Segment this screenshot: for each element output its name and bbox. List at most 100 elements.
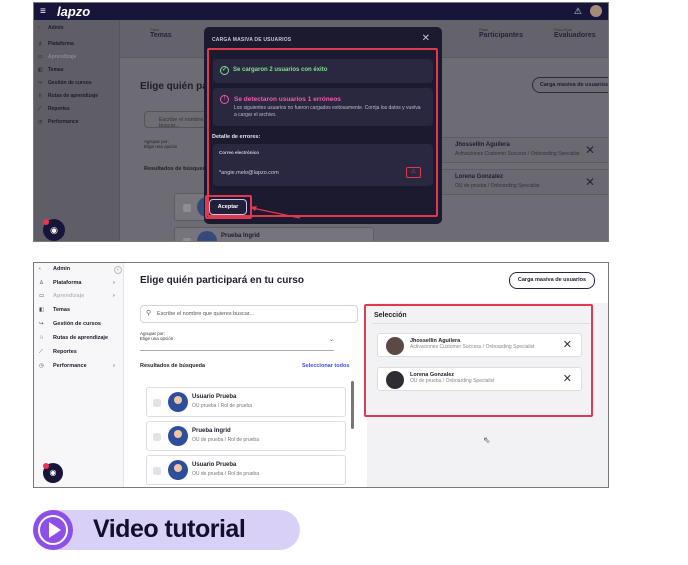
list-item[interactable]: Prueba Ingrid OU de prueba / Rol de prue…	[146, 421, 346, 451]
close-icon[interactable]: ✕	[585, 143, 595, 157]
sidebar-item-temas[interactable]: ◧ Temas	[38, 67, 63, 73]
error-circle-icon: !	[220, 95, 229, 104]
tab-participantes[interactable]: Paso Participantes	[479, 27, 523, 39]
results-label: Resultados de búsqueda	[140, 363, 206, 369]
clock-icon: ◷	[38, 119, 43, 125]
warning-icon[interactable]: ⚠	[406, 167, 421, 178]
sidebar-item-reportes[interactable]: ⟋ Reportes	[39, 349, 77, 356]
avatar	[168, 392, 188, 412]
selected-user: Jhossellin Aguilera Activaciones Custome…	[377, 333, 582, 357]
success-message: ✓ Se cargaron 2 usuarios con éxito	[213, 59, 433, 83]
notification-dot	[43, 219, 49, 225]
sidebar-item-rutas[interactable]: ♘ Rutas de aprendizaje	[38, 93, 98, 99]
top-bar: ≡ lapzo ⚠	[34, 3, 608, 20]
sidebar-back[interactable]: ‹ Admin	[39, 266, 70, 272]
user-icon: ♙	[39, 280, 44, 286]
results-label: Resultados de búsqueda	[144, 166, 210, 172]
selection-title: Selección	[374, 312, 407, 319]
details-label: Detalle de errores:	[212, 134, 261, 140]
error-table: Correo electrónico *angie.melo@lapzo.com…	[213, 144, 433, 186]
checkbox[interactable]	[183, 238, 191, 241]
scrollbar[interactable]	[351, 381, 354, 429]
close-icon[interactable]: ✕	[585, 175, 595, 189]
chart-icon: ⟋	[39, 349, 43, 355]
tab-temas[interactable]: Paso Temas	[150, 27, 172, 39]
avatar	[168, 460, 188, 480]
share-icon: ↪	[38, 80, 43, 86]
avatar	[197, 231, 217, 241]
collapse-icon[interactable]: ‹	[114, 266, 122, 274]
avatar	[386, 371, 404, 389]
bulk-upload-button[interactable]: Carga masiva de usuarios	[509, 272, 595, 289]
checkbox[interactable]	[153, 433, 161, 441]
checkbox[interactable]	[153, 467, 161, 475]
route-icon: ♘	[38, 93, 43, 99]
group-by-select[interactable]: Agrupar por: Elige una opción	[144, 139, 177, 149]
checkbox[interactable]	[183, 204, 191, 212]
sidebar-item-aprendizaje[interactable]: ▭ Aprendizaje	[38, 54, 76, 60]
avatar	[386, 337, 404, 355]
sidebar-item-reportes[interactable]: ⟋ Reportes	[38, 106, 70, 112]
page-title: Elige quién participará en tu curso	[140, 275, 304, 286]
search-input[interactable]: ⚲ Escribe el nombre que quieres buscar..…	[140, 305, 358, 323]
sidebar-item-aprendizaje[interactable]: ▭ Aprendizaje ›	[39, 293, 115, 299]
video-tutorial-banner[interactable]: Video tutorial	[33, 510, 300, 550]
sidebar-item-plataforma[interactable]: ♙ Plataforma ›	[39, 280, 115, 286]
sidebar-item-gestion-cursos[interactable]: ↪ Gestión de cursos	[38, 80, 92, 86]
sidebar-item-performance[interactable]: ◷ Performance ›	[39, 363, 115, 369]
selected-user: Lorena Gonzalez OU de prueba / Onboardin…	[377, 367, 582, 391]
sidebar-item-gestion-cursos[interactable]: ↪ Gestión de cursos	[39, 321, 101, 327]
book-icon: ▭	[38, 54, 43, 60]
chat-button[interactable]: ◉	[43, 219, 65, 241]
avatar[interactable]	[590, 5, 602, 17]
sidebar: ‹ Admin ‹ ♙ Plataforma › ▭ Aprendizaje › ◧ Tem…	[34, 263, 124, 487]
hamburger-icon[interactable]: ≡	[40, 6, 46, 17]
sidebar: ‹ Admin ♙ Plataforma ▭ Aprendizaje ◧ Temas ↪…	[34, 20, 120, 241]
group-by-select[interactable]: Agrupar por: Elige una opción ⌄	[140, 331, 334, 351]
close-icon[interactable]: ✕	[422, 33, 430, 44]
bulk-upload-button[interactable]: Carga masiva de usuarios	[532, 77, 608, 93]
video-tutorial-label: Video tutorial	[93, 515, 246, 543]
mouse-cursor-icon: ⇖	[483, 435, 491, 445]
check-circle-icon: ✓	[220, 66, 229, 75]
column-header: Correo electrónico	[219, 150, 260, 155]
sidebar-back[interactable]: ‹ Admin	[38, 25, 64, 31]
chat-button[interactable]: ◉	[43, 463, 63, 483]
clock-icon: ◷	[39, 363, 44, 369]
tag-icon: ◧	[39, 307, 45, 313]
notification-dot	[43, 463, 49, 469]
accept-button[interactable]: Aceptar	[209, 199, 247, 215]
play-icon[interactable]	[33, 510, 73, 550]
tab-evaluadores[interactable]: Paso final Evaluadores	[554, 27, 596, 39]
list-item[interactable]: Prueba Ingrid OU de prueba / Rol de prue…	[174, 227, 374, 241]
search-icon: ⚲	[146, 310, 152, 317]
lapzo-logo: lapzo	[57, 4, 91, 19]
close-icon[interactable]: ✕	[563, 338, 572, 351]
list-item[interactable]: Usuario Prueba OU prueba / Rol de prueba	[146, 387, 346, 417]
chat-icon: ◉	[50, 225, 58, 235]
divider	[372, 323, 590, 324]
sidebar-item-temas[interactable]: ◧ Temas	[39, 307, 70, 313]
error-email: *angie.melo@lapzo.com	[219, 170, 279, 176]
error-message: ! Se detectaron usuarios 1 erróneos Los …	[213, 88, 433, 126]
tag-icon: ◧	[38, 67, 43, 73]
sidebar-item-rutas[interactable]: ♘ Rutas de aprendizaje	[39, 335, 108, 341]
sidebar-item-performance[interactable]: ◷ Performance	[38, 119, 79, 125]
select-all-link[interactable]: Seleccionar todos	[302, 363, 349, 369]
checkbox[interactable]	[153, 399, 161, 407]
modal-title: CARGA MASIVA DE USUARIOS	[212, 37, 292, 43]
route-icon: ♘	[39, 335, 44, 341]
sidebar-item-plataforma[interactable]: ♙ Plataforma	[38, 41, 74, 47]
avatar	[168, 426, 188, 446]
chevron-down-icon: ⌄	[328, 337, 334, 343]
book-icon: ▭	[39, 293, 45, 299]
share-icon: ↪	[39, 321, 44, 327]
user-icon: ♙	[38, 41, 43, 47]
screenshot-selection-state: ‹ Admin ‹ ♙ Plataforma › ▭ Aprendizaje › ◧ Tem…	[33, 262, 609, 488]
highlight-frame	[364, 304, 593, 417]
list-item[interactable]: Usuario Prueba OU de prueba / Rol de pru…	[146, 455, 346, 485]
chart-icon: ⟋	[38, 106, 42, 112]
bell-icon[interactable]: ⚠	[574, 6, 582, 17]
chat-icon: ◉	[49, 468, 57, 477]
close-icon[interactable]: ✕	[563, 372, 572, 385]
